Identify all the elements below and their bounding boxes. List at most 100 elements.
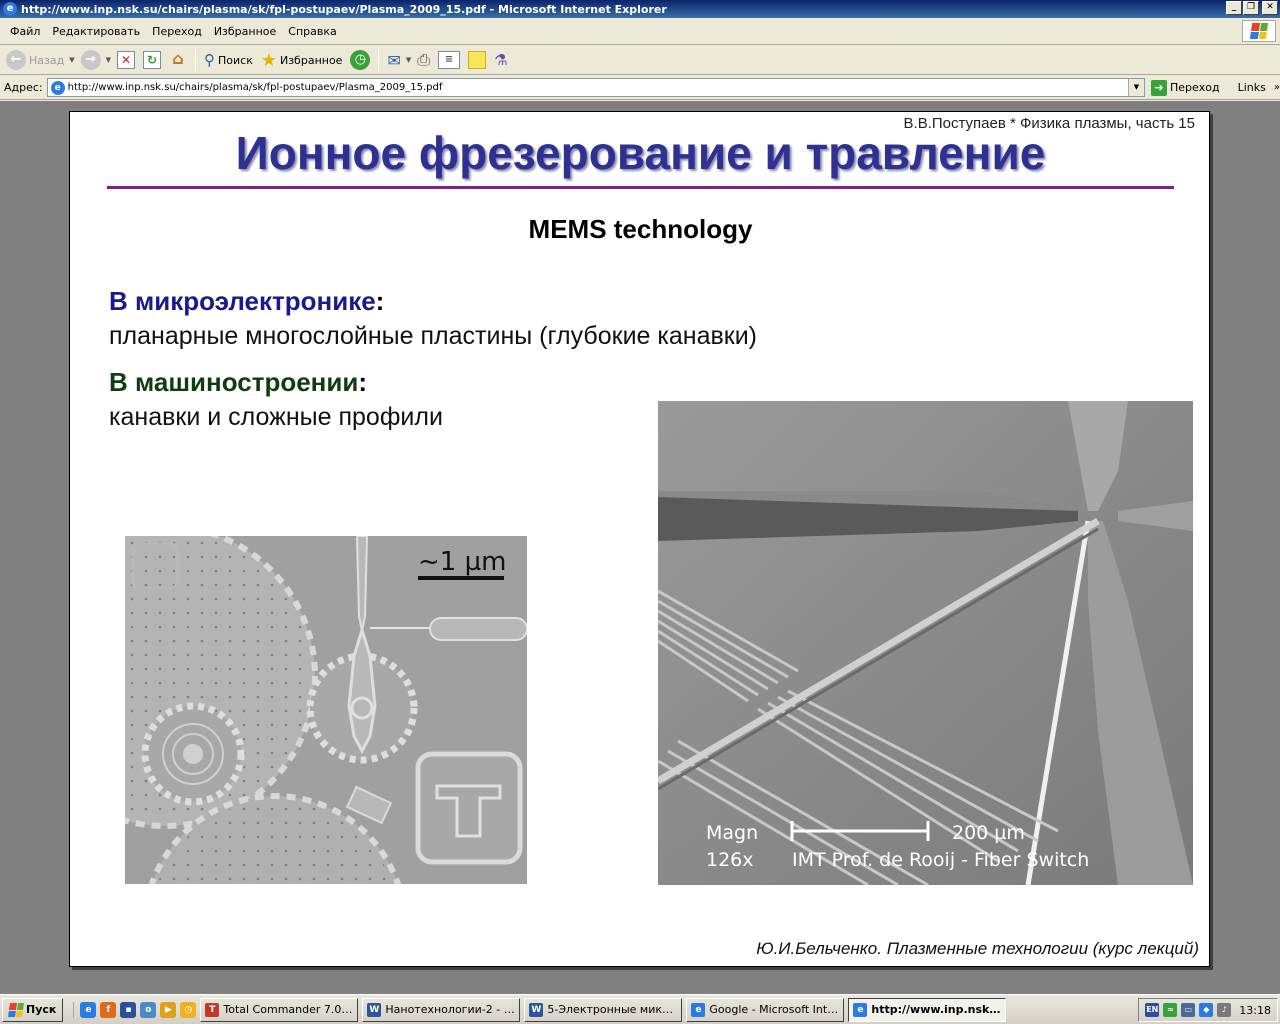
home-icon: ⌂ bbox=[172, 49, 184, 68]
toolbar: ← Назад ▼ → ▼ ✕ ↻ ⌂ ⚲ Поиск ★ Избранное … bbox=[0, 46, 1280, 75]
task-total-commander[interactable]: T Total Commander 7.04 - ... bbox=[200, 997, 359, 1022]
security-icon[interactable]: ◆ bbox=[1199, 1003, 1214, 1017]
address-field[interactable]: e ▼ bbox=[46, 78, 1145, 97]
mail-dropdown-icon[interactable]: ▼ bbox=[406, 56, 411, 64]
sem-scale-label: 200 µm bbox=[952, 822, 1025, 844]
ie-quicklaunch-icon[interactable]: e bbox=[80, 1001, 97, 1018]
start-button[interactable]: Пуск bbox=[2, 997, 64, 1022]
edit-button[interactable]: ≡ bbox=[436, 48, 462, 72]
back-label: Назад bbox=[29, 53, 65, 67]
window-title: http://www.inp.nsk.su/chairs/plasma/sk/f… bbox=[21, 2, 667, 16]
back-dropdown-icon[interactable]: ▼ bbox=[69, 56, 74, 64]
task-word-nanotech[interactable]: W Нанотехнологии-2 - Mic... bbox=[362, 997, 521, 1022]
history-icon: ◷ bbox=[350, 50, 371, 70]
author-footer: Ю.И.Бельченко. Плазменные технологии (ку… bbox=[756, 939, 1199, 958]
chevron-right-icon[interactable]: » bbox=[1274, 82, 1280, 93]
language-indicator[interactable]: EN bbox=[1145, 1003, 1160, 1017]
address-label: Адрес: bbox=[4, 81, 43, 94]
minimize-button[interactable]: _ bbox=[1226, 1, 1242, 15]
notes-button[interactable] bbox=[466, 48, 488, 72]
stop-button[interactable]: ✕ bbox=[115, 48, 137, 72]
pdf-page: В.В.Поступаев * Физика плазмы, часть 15 … bbox=[69, 111, 1210, 967]
fiber-switch-sem-image: Magn 200 µm 126x IMT Prof. de Rooij - Fi… bbox=[658, 401, 1193, 885]
network-icon[interactable]: ≈ bbox=[1163, 1003, 1178, 1017]
task-word-electron[interactable]: W 5-Электронные микрос... bbox=[524, 997, 683, 1022]
title-underline bbox=[107, 186, 1174, 189]
research-button[interactable]: ⚗ bbox=[492, 48, 509, 72]
clock-app-icon[interactable]: ◷ bbox=[180, 1001, 197, 1018]
favorites-label: Избранное bbox=[279, 53, 343, 67]
research-icon: ⚗ bbox=[494, 51, 508, 69]
title-bar[interactable]: e http://www.inp.nsk.su/chairs/plasma/sk… bbox=[0, 0, 1280, 18]
windows-flag-icon bbox=[8, 1002, 24, 1017]
search-label: Поиск bbox=[218, 53, 253, 67]
word-icon: W bbox=[367, 1002, 382, 1017]
back-arrow-icon: ← bbox=[6, 50, 26, 70]
links-button[interactable]: Links bbox=[1238, 81, 1266, 94]
close-button[interactable]: ✕ bbox=[1262, 1, 1278, 15]
forward-arrow-icon: → bbox=[80, 50, 101, 70]
go-arrow-icon: ➜ bbox=[1150, 79, 1167, 96]
ie-icon: e bbox=[853, 1002, 868, 1017]
sticky-note-icon bbox=[468, 51, 487, 69]
maximize-button[interactable]: ❐ bbox=[1243, 1, 1259, 15]
micro-gears-image: ~1 µm bbox=[125, 536, 527, 884]
refresh-button[interactable]: ↻ bbox=[141, 48, 163, 72]
start-label: Пуск bbox=[26, 1003, 57, 1016]
address-dropdown-icon[interactable]: ▼ bbox=[1127, 79, 1144, 96]
mail-icon: ✉ bbox=[387, 50, 401, 70]
mail-button[interactable]: ✉ bbox=[385, 48, 402, 72]
print-button[interactable]: ⎙ bbox=[415, 48, 432, 72]
clock: 13:18 bbox=[1239, 1003, 1271, 1017]
go-label: Переход bbox=[1169, 81, 1220, 94]
favorites-star-icon: ★ bbox=[260, 49, 277, 71]
favorites-button[interactable]: ★ Избранное bbox=[259, 48, 345, 72]
slide-subtitle: MEMS technology bbox=[528, 214, 753, 244]
text-microelectronics: планарные многослойные пластины (глубоки… bbox=[109, 322, 758, 350]
sem-magn-value: 126x bbox=[706, 849, 754, 871]
save-disk-icon[interactable]: ▪ bbox=[120, 1001, 137, 1018]
toolbar-separator bbox=[378, 49, 380, 71]
outlook-icon[interactable]: o bbox=[140, 1001, 157, 1018]
address-input[interactable] bbox=[67, 82, 1128, 93]
edit-page-icon: ≡ bbox=[438, 51, 461, 69]
firefox-icon[interactable]: f bbox=[100, 1001, 117, 1018]
media-icon[interactable]: ▶ bbox=[160, 1001, 177, 1018]
volume-icon[interactable]: ♪ bbox=[1217, 1003, 1232, 1017]
address-bar: Адрес: e ▼ ➜ Переход Links » bbox=[0, 76, 1280, 100]
display-icon[interactable]: ▭ bbox=[1181, 1003, 1196, 1017]
task-google-ie[interactable]: e Google - Microsoft Intern... bbox=[686, 997, 845, 1022]
pdf-viewer[interactable]: В.В.Поступаев * Физика плазмы, часть 15 … bbox=[0, 101, 1280, 994]
sem-credit: IMT Prof. de Rooij - Fiber Switch bbox=[792, 849, 1089, 871]
page-icon: e bbox=[50, 80, 65, 95]
text-mechanical-engineering: канавки и сложные профили bbox=[109, 403, 443, 431]
menu-go[interactable]: Переход bbox=[146, 25, 208, 38]
slide-title: Ионное фрезерование и травление bbox=[235, 127, 1046, 179]
back-button[interactable]: ← Назад bbox=[4, 48, 66, 72]
windows-flag-icon bbox=[1242, 20, 1276, 42]
gears-scale-label: ~1 µm bbox=[418, 547, 506, 577]
ie-icon: e bbox=[691, 1002, 706, 1017]
menu-favorites[interactable]: Избранное bbox=[208, 25, 282, 38]
word-icon: W bbox=[529, 1002, 544, 1017]
sem-magn-label: Magn bbox=[706, 822, 758, 844]
search-button[interactable]: ⚲ Поиск bbox=[202, 48, 255, 72]
task-current-ie[interactable]: e http://www.inp.nsk.s... bbox=[848, 997, 1007, 1022]
search-icon: ⚲ bbox=[204, 51, 215, 69]
toolbar-separator bbox=[195, 49, 196, 71]
ie-logo-icon: e bbox=[3, 2, 17, 16]
forward-button[interactable]: → bbox=[79, 48, 103, 72]
stop-icon: ✕ bbox=[117, 51, 135, 69]
heading-microelectronics: В микроэлектронике: bbox=[109, 286, 385, 316]
taskbar: Пуск e f ▪ o ▶ ◷ T Total Commander 7.04 … bbox=[0, 994, 1280, 1024]
go-button[interactable]: ➜ Переход bbox=[1150, 79, 1220, 96]
heading-mechanical-engineering: В машиностроении: bbox=[109, 367, 368, 397]
home-button[interactable]: ⌂ bbox=[167, 48, 189, 72]
print-icon: ⎙ bbox=[417, 50, 431, 69]
history-button[interactable]: ◷ bbox=[348, 48, 372, 72]
total-commander-icon: T bbox=[205, 1002, 220, 1017]
menu-file[interactable]: Файл bbox=[4, 25, 46, 38]
menu-help[interactable]: Справка bbox=[282, 25, 342, 38]
menu-edit[interactable]: Редактировать bbox=[46, 25, 146, 38]
forward-dropdown-icon[interactable]: ▼ bbox=[106, 56, 111, 64]
